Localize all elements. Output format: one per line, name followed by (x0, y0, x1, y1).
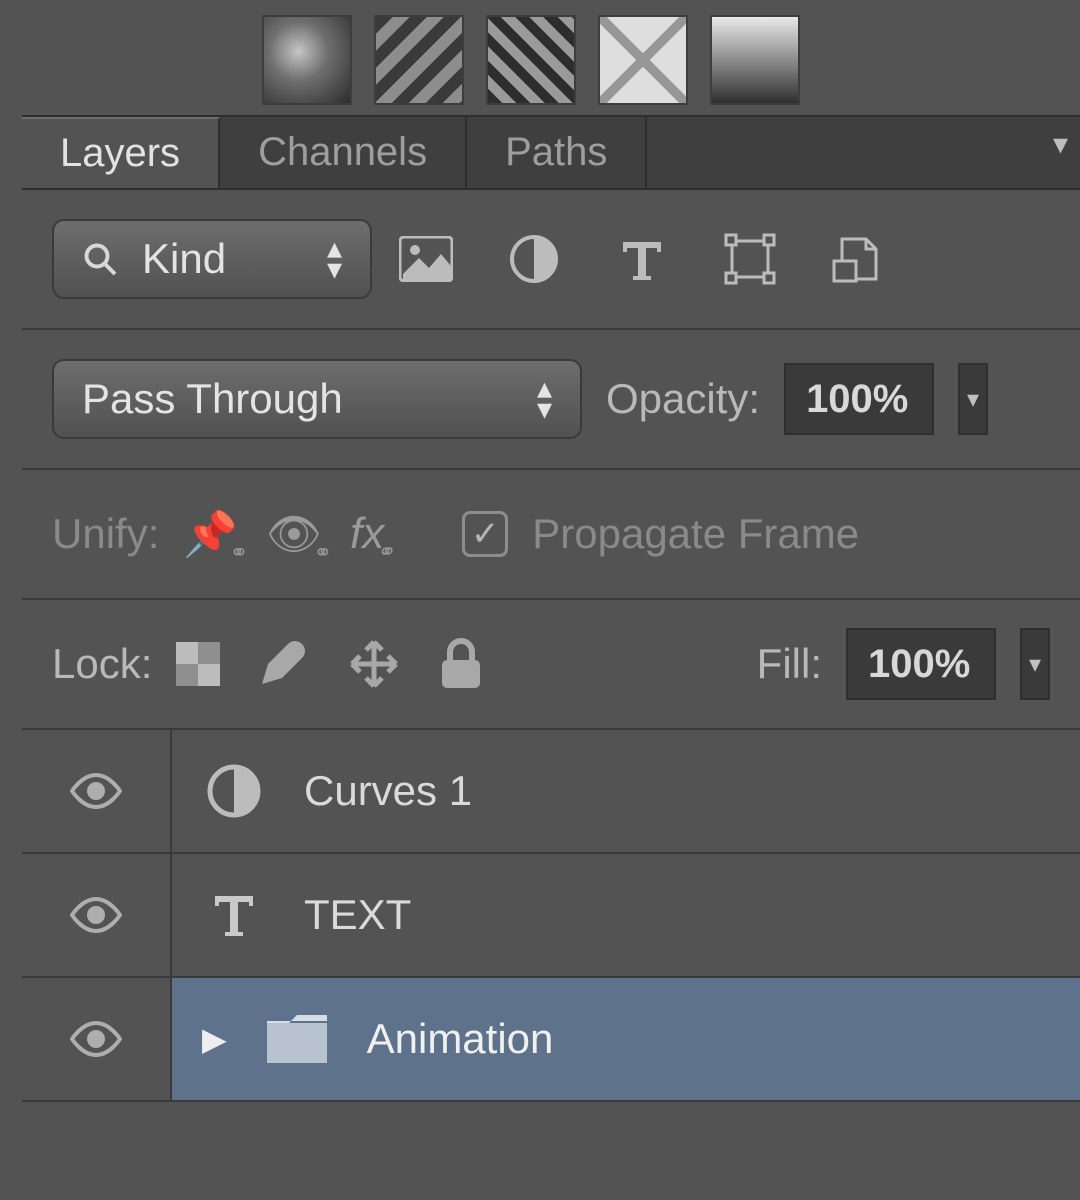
filter-type-icon[interactable] (612, 229, 672, 289)
preset-swatch[interactable] (262, 15, 352, 105)
preset-swatch[interactable] (598, 15, 688, 105)
lock-pixels-icon[interactable] (258, 638, 310, 690)
layer-row[interactable]: Curves 1 (22, 730, 1080, 854)
lock-label: Lock: (52, 640, 152, 688)
filter-kind-label: Kind (142, 235, 226, 283)
layer-name: Curves 1 (304, 767, 472, 815)
blend-opacity-row: Pass Through ▴▾ Opacity: 100% ▾ (22, 330, 1080, 470)
blend-mode-dropdown[interactable]: Pass Through ▴▾ (52, 359, 582, 439)
layer-name: TEXT (304, 891, 411, 939)
filter-kind-dropdown[interactable]: Kind ▴▾ (52, 219, 372, 299)
type-layer-icon (202, 883, 266, 947)
panel-menu-icon[interactable]: ▾ (1041, 123, 1080, 166)
preset-swatch-strip (22, 0, 1080, 115)
filter-shape-icon[interactable] (720, 229, 780, 289)
unify-row: Unify: 📌⚭ 👁⚭ fx⚭ ✓ Propagate Frame (22, 470, 1080, 600)
lock-fill-row: Lock: Fill: 100% ▾ (22, 600, 1080, 730)
fill-value[interactable]: 100% (846, 628, 996, 700)
unify-label: Unify: (52, 510, 159, 558)
unify-style-icon[interactable]: fx⚭ (350, 509, 384, 559)
layer-list: Curves 1 TEXT ▶ Animat (22, 730, 1080, 1102)
fill-label: Fill: (757, 640, 822, 688)
sort-arrows-icon: ▴▾ (537, 378, 552, 420)
layer-row[interactable]: TEXT (22, 854, 1080, 978)
layer-filter-row: Kind ▴▾ (22, 190, 1080, 330)
tab-paths[interactable]: Paths (467, 117, 647, 188)
opacity-label: Opacity: (606, 375, 760, 423)
visibility-toggle[interactable] (22, 978, 172, 1100)
lock-position-icon[interactable] (348, 638, 400, 690)
unify-position-icon[interactable]: 📌⚭ (183, 508, 238, 560)
filter-pixel-icon[interactable] (396, 229, 456, 289)
layer-name: Animation (367, 1015, 554, 1063)
preset-swatch[interactable] (486, 15, 576, 105)
panel-tab-bar: Layers Channels Paths ▾ (22, 115, 1080, 190)
folder-icon (265, 1007, 329, 1071)
preset-swatch[interactable] (710, 15, 800, 105)
lock-transparency-icon[interactable] (176, 642, 220, 686)
sort-arrows-icon: ▴▾ (327, 238, 342, 280)
filter-smartobject-icon[interactable] (828, 229, 888, 289)
expand-arrow-icon[interactable]: ▶ (202, 1020, 227, 1058)
tab-layers[interactable]: Layers (22, 117, 220, 188)
filter-adjustment-icon[interactable] (504, 229, 564, 289)
unify-visibility-icon[interactable]: 👁⚭ (266, 508, 322, 560)
lock-all-icon[interactable] (438, 638, 484, 690)
blend-mode-value: Pass Through (82, 375, 343, 423)
adjustment-layer-icon (202, 759, 266, 823)
visibility-toggle[interactable] (22, 730, 172, 852)
propagate-frame-label: Propagate Frame (532, 510, 859, 558)
preset-swatch[interactable] (374, 15, 464, 105)
visibility-toggle[interactable] (22, 854, 172, 976)
fill-dropdown-icon[interactable]: ▾ (1020, 628, 1050, 700)
search-icon (82, 241, 118, 277)
opacity-dropdown-icon[interactable]: ▾ (958, 363, 988, 435)
opacity-value[interactable]: 100% (784, 363, 934, 435)
tab-channels[interactable]: Channels (220, 117, 467, 188)
layer-row[interactable]: ▶ Animation (22, 978, 1080, 1102)
propagate-frame-checkbox[interactable]: ✓ (462, 511, 508, 557)
